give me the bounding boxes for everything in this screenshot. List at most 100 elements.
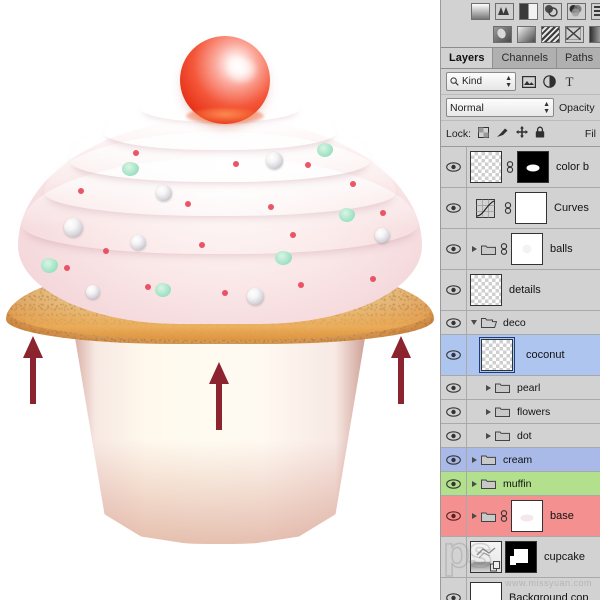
eye-icon [446,382,461,393]
layer-visibility-toggle[interactable] [441,229,467,269]
panel-tabs: Layers Channels Paths [441,48,600,69]
cherry-base-glow [186,108,264,124]
layer-row-pearl[interactable]: pearl [441,376,600,400]
gradient-fill-icon[interactable] [589,26,600,43]
sprinkle-dot [185,201,191,207]
eye-icon [446,454,461,465]
group-disclosure-triangle[interactable] [470,246,478,252]
layer-row-curves[interactable]: Curves [441,188,600,229]
lock-position-icon[interactable] [516,126,529,141]
layer-row-deco[interactable]: deco [441,311,600,335]
mask-link-icon[interactable] [499,510,508,522]
layer-name: muffin [503,477,532,490]
layer-row-background-copy[interactable]: Background cop [441,578,600,600]
layer-visibility-toggle[interactable] [441,376,467,399]
curves-adjustment-icon[interactable] [470,198,500,218]
group-disclosure-triangle[interactable] [470,513,478,519]
layer-visibility-toggle[interactable] [441,472,467,495]
adjustment-filter-icon[interactable] [542,75,556,89]
eye-icon [446,406,461,417]
sprinkle-dot [78,188,84,194]
lock-image-pixels-icon[interactable] [496,127,509,141]
sprinkle-dot [305,162,311,168]
group-disclosure-triangle[interactable] [484,432,492,439]
layer-visibility-toggle[interactable] [441,578,467,600]
image-filter-icon[interactable] [522,75,536,89]
folder-icon [495,406,510,417]
lock-all-icon[interactable] [535,126,545,141]
folder-open-icon [481,317,498,328]
more-adjustments-icon[interactable] [591,3,600,20]
layer-name: cupcake [544,551,585,563]
layer-visibility-toggle[interactable] [441,400,467,423]
pearl-decoration [64,218,83,237]
eye-icon [446,478,461,489]
layer-visibility-toggle[interactable] [441,147,467,187]
layer-visibility-toggle[interactable] [441,424,467,447]
layer-mask-thumbnail[interactable] [515,192,547,224]
layer-row-balls[interactable]: balls [441,229,600,270]
layer-row-coconut[interactable]: coconut [441,335,600,376]
layer-thumbnail[interactable] [470,541,502,573]
layer-visibility-toggle[interactable] [441,448,467,471]
layer-row-details[interactable]: details [441,270,600,311]
selective-color-icon[interactable] [543,3,562,20]
layer-thumbnail[interactable] [470,582,502,600]
threshold-icon[interactable] [519,3,538,20]
eye-icon [446,430,461,441]
sprinkle-dot [370,276,376,282]
tab-channels[interactable]: Channels [493,48,557,68]
layer-row-color-b[interactable]: color b [441,147,600,188]
layer-row-cream[interactable]: cream [441,448,600,472]
layer-thumbnail[interactable] [470,151,502,183]
layer-visibility-toggle[interactable] [441,188,467,228]
blend-mode-select[interactable]: Normal ▲ ▼ [446,98,554,117]
layer-mask-thumbnail[interactable] [511,500,543,532]
group-disclosure-triangle[interactable] [470,480,478,487]
group-disclosure-triangle[interactable] [470,456,478,463]
layer-thumbnail[interactable] [470,274,502,306]
tab-paths[interactable]: Paths [556,48,600,68]
folder-icon [495,382,510,393]
pattern-icon[interactable] [541,26,560,43]
layer-visibility-toggle[interactable] [441,335,467,375]
layer-name: flowers [517,405,551,418]
gradient-map-icon[interactable] [471,3,490,20]
mask-link-icon[interactable] [499,243,508,255]
sprinkle-dot [233,161,239,167]
filter-kind-select[interactable]: Kind ▲ ▼ [446,72,516,91]
pearl-decoration [247,288,264,305]
mask-shape [514,549,528,563]
layer-visibility-toggle[interactable] [441,311,467,334]
channel-mixer-icon[interactable] [567,3,586,20]
mask-link-icon[interactable] [505,161,514,173]
lock-row: Lock: Fil [441,121,600,147]
layer-mask-thumbnail[interactable] [511,233,543,265]
tab-layers[interactable]: Layers [441,48,494,68]
sprinkle-dot [64,265,70,271]
gradient-icon[interactable] [517,26,536,43]
mask-link-icon[interactable] [503,202,512,214]
group-disclosure-triangle[interactable] [484,408,492,415]
pearl-decoration [131,235,146,250]
group-disclosure-triangle[interactable] [470,320,478,325]
invert-icon[interactable] [493,26,512,43]
layer-visibility-toggle[interactable] [441,537,467,577]
lock-transparent-pixels-icon[interactable] [478,126,490,141]
layer-row-dot[interactable]: dot [441,424,600,448]
layer-row-cupcake[interactable]: cupcake [441,537,600,578]
layer-row-base[interactable]: base [441,496,600,537]
layer-thumbnail[interactable] [479,337,515,373]
type-filter-icon[interactable]: T [562,75,576,89]
layer-name: details [509,284,541,296]
levels-icon[interactable] [495,3,514,20]
sprinkle-dot [145,284,151,290]
layer-visibility-toggle[interactable] [441,270,467,310]
layer-mask-thumbnail[interactable] [517,151,549,183]
group-disclosure-triangle[interactable] [484,384,492,391]
layer-row-flowers[interactable]: flowers [441,400,600,424]
layer-mask-thumbnail[interactable] [505,541,537,573]
solid-color-icon[interactable] [565,26,584,43]
layer-visibility-toggle[interactable] [441,496,467,536]
layer-row-muffin[interactable]: muffin [441,472,600,496]
